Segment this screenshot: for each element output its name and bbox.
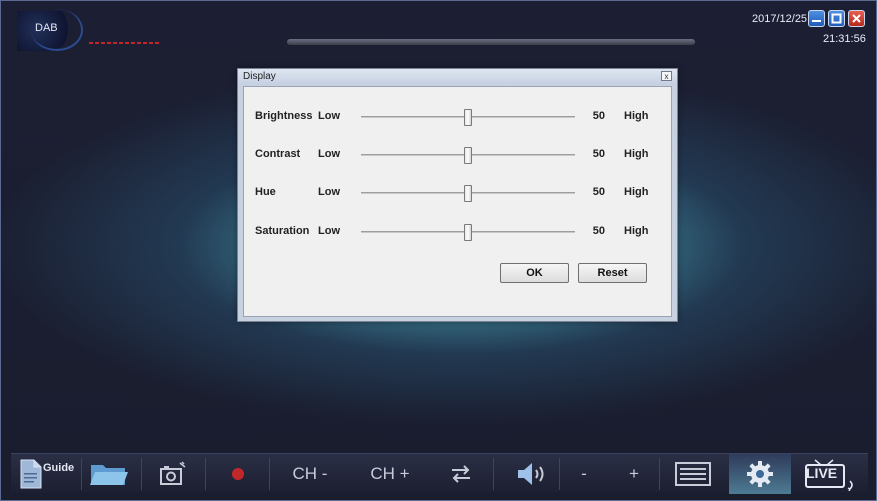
toolbar-divider [269,458,270,490]
contrast-slider-thumb[interactable] [464,147,472,164]
toolbar-divider [81,458,82,490]
list-icon [675,462,711,486]
brightness-low-label: Low [318,110,340,122]
toolbar-divider [205,458,206,490]
minimize-icon [812,20,821,22]
date-text: 2017/12/25 [752,13,808,25]
hue-slider-thumb[interactable] [464,185,472,202]
signal-indicator [89,42,159,44]
guide-button[interactable]: Guide [13,454,77,494]
maximize-icon [831,13,842,24]
hue-row: Hue Low 50 High [244,183,671,203]
hue-slider[interactable] [361,185,575,202]
settings-button[interactable] [729,454,791,494]
channel-down-button[interactable]: CH - [277,454,343,494]
brightness-slider-thumb[interactable] [464,109,472,126]
live-label: LIVE [806,465,838,481]
folder-icon [90,465,128,485]
live-tv-button[interactable]: LIVE [795,454,863,494]
dialog-titlebar[interactable]: Display x [238,69,677,85]
toolbar-divider [559,458,560,490]
snapshot-button[interactable] [151,454,195,494]
swap-channel-button[interactable] [441,454,481,494]
close-icon [852,14,861,23]
dialog-close-button[interactable]: x [661,71,672,81]
brightness-label: Brightness [255,110,313,122]
hue-low-label: Low [318,186,340,198]
time-text: 21:31:56 [823,33,866,45]
gear-icon [747,461,773,487]
maximize-button[interactable] [828,10,845,27]
app-window: DAB 2017/12/25 21:31:56 Display x Bright… [0,0,877,501]
close-button[interactable] [848,10,865,27]
record-icon [232,468,244,480]
bottom-toolbar: Guide CH - CH + - + LIVE [11,453,868,494]
saturation-high-label: High [624,225,649,237]
contrast-low-label: Low [318,148,340,160]
saturation-row: Saturation Low 50 High [244,222,671,242]
camera-icon [160,461,186,485]
contrast-row: Contrast Low 50 High [244,145,671,165]
logo-text: DAB [35,22,58,34]
reset-button[interactable]: Reset [578,263,647,283]
hue-high-label: High [624,186,649,198]
brightness-row: Brightness Low 50 High [244,107,671,127]
ok-button[interactable]: OK [500,263,569,283]
document-icon [20,459,42,489]
saturation-slider-thumb[interactable] [464,224,472,241]
brightness-value: 50 [592,110,605,122]
dialog-body: Brightness Low 50 High Contrast Low 50 H… [243,86,672,317]
guide-label: Guide [43,462,75,474]
mute-button[interactable] [507,454,557,494]
toolbar-divider [141,458,142,490]
channel-list-button[interactable] [667,454,719,494]
folder-button[interactable] [87,454,131,494]
hue-value: 50 [592,186,605,198]
saturation-slider[interactable] [361,224,575,241]
speaker-icon [518,463,544,485]
record-button[interactable] [215,454,261,494]
hue-label: Hue [255,186,276,198]
saturation-value: 50 [592,225,605,237]
brightness-high-label: High [624,110,649,122]
saturation-low-label: Low [318,225,340,237]
contrast-label: Contrast [255,148,301,160]
progress-bar[interactable] [287,39,695,45]
volume-down-button[interactable]: - [567,454,601,494]
volume-up-button[interactable]: + [619,454,649,494]
brightness-slider[interactable] [361,109,575,126]
toolbar-divider [493,458,494,490]
minimize-button[interactable] [808,10,825,27]
display-dialog: Display x Brightness Low 50 High Contras… [237,68,678,322]
channel-up-button[interactable]: CH + [355,454,425,494]
contrast-value: 50 [592,148,605,160]
contrast-high-label: High [624,148,649,160]
contrast-slider[interactable] [361,147,575,164]
dialog-title: Display [243,71,276,82]
saturation-label: Saturation [255,225,310,237]
toolbar-divider [659,458,660,490]
swap-icon [452,465,470,483]
